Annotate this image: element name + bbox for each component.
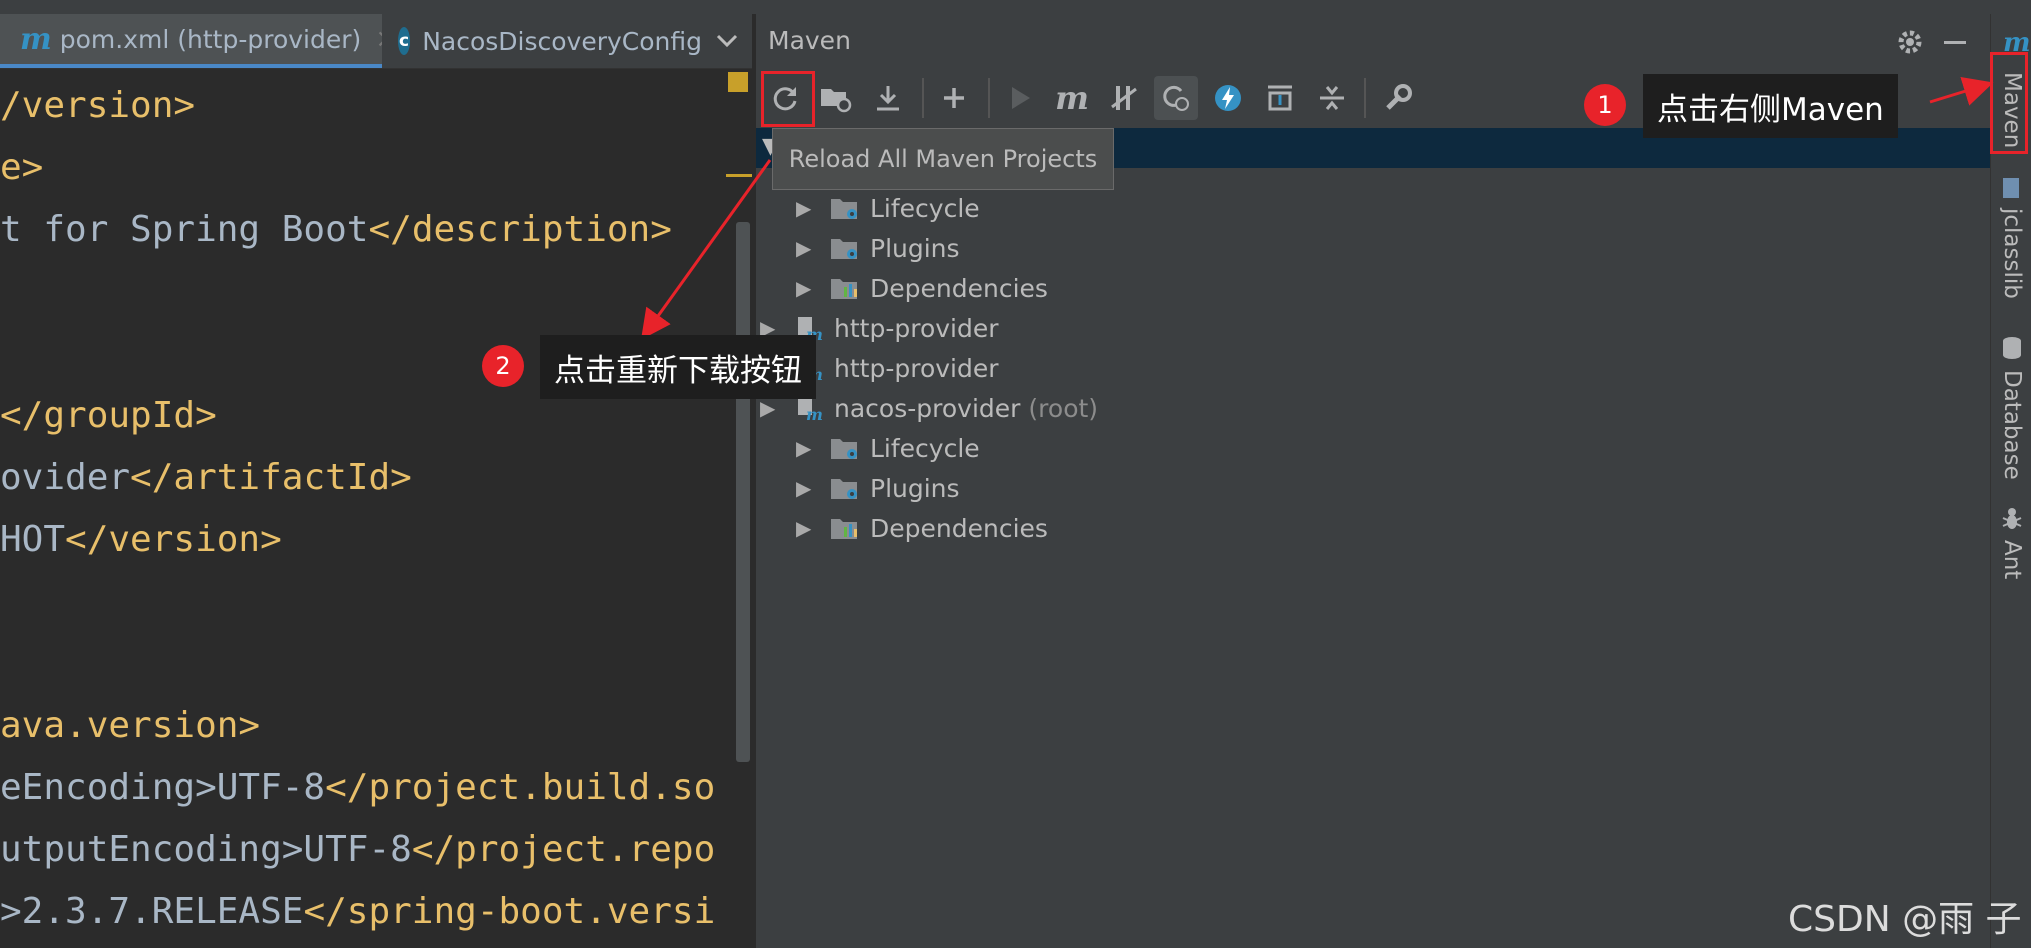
step-2-badge: 2 [482,345,524,387]
step-1-badge: 1 [1584,84,1626,126]
step-1-callout: 点击右侧Maven [1643,74,1898,138]
step-2-callout: 点击重新下载按钮 [540,335,816,399]
watermark: CSDN @雨 子 [1788,899,2022,940]
annotation-arrows [641,76,1994,340]
